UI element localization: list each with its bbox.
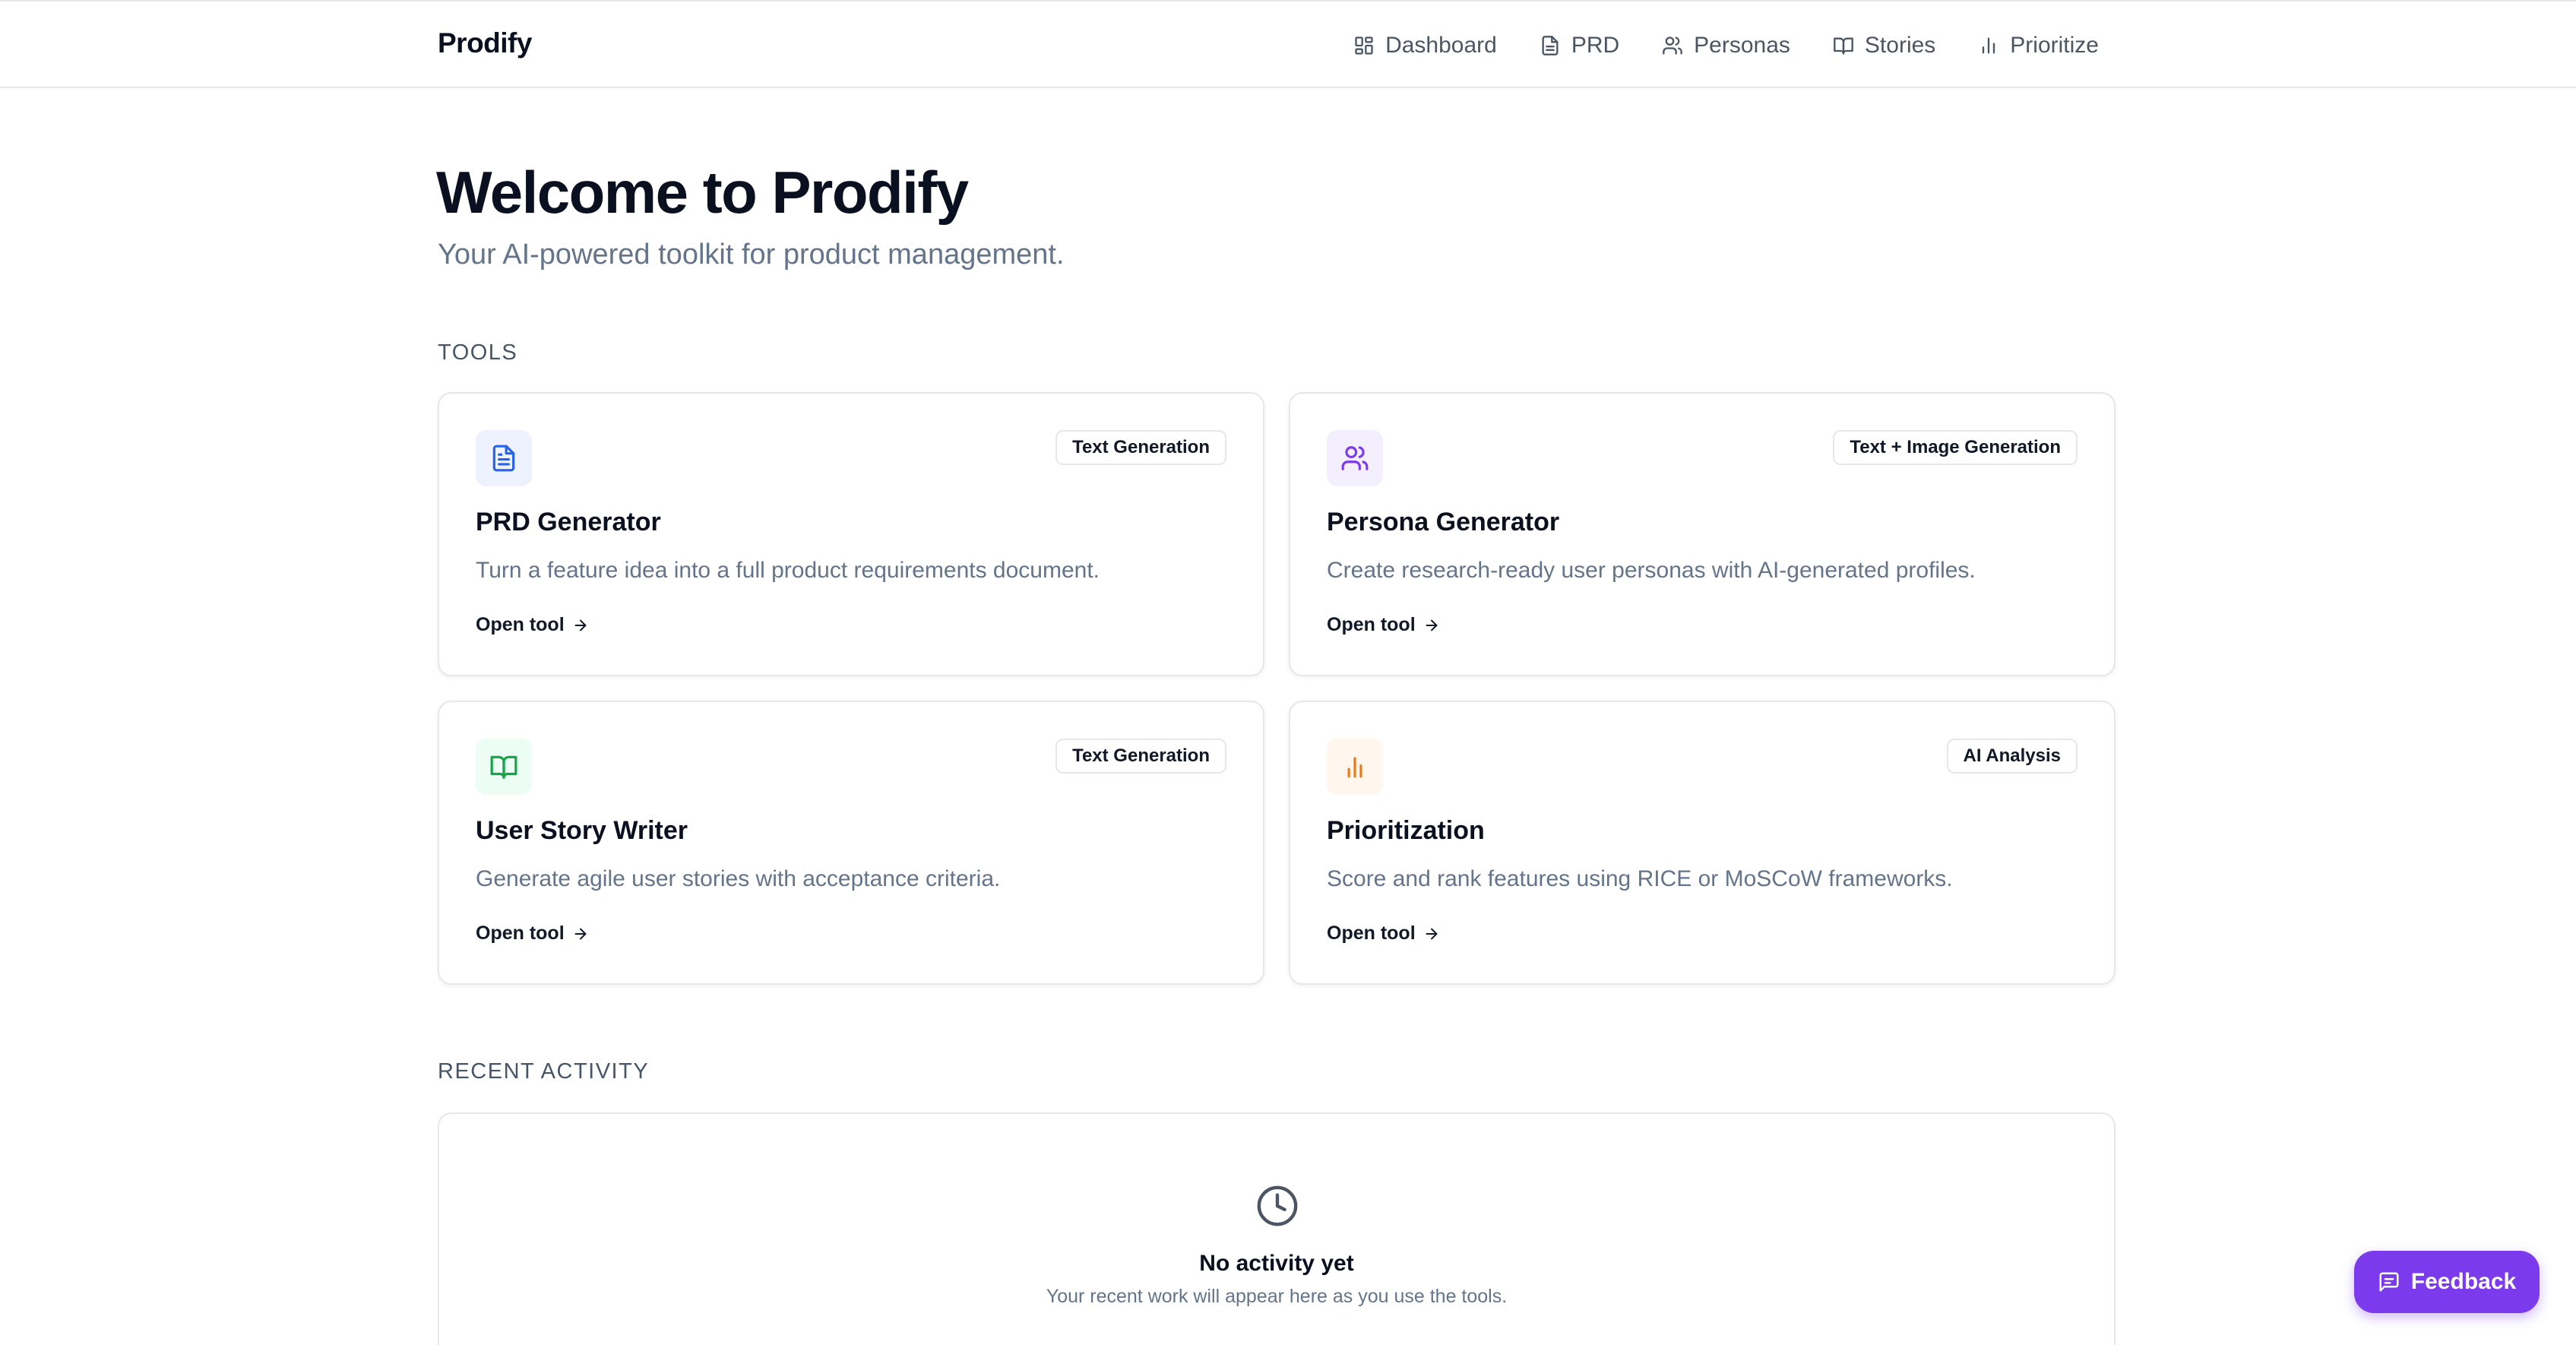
card-description: Generate agile user stories with accepta…	[476, 866, 1001, 891]
nav-item-prioritize[interactable]: Prioritize	[1978, 33, 2099, 59]
open-tool-label: Open tool	[1327, 614, 1416, 635]
card-title: PRD Generator	[476, 508, 661, 536]
feedback-label: Feedback	[2410, 1269, 2517, 1294]
tool-card-persona-generator[interactable]: Text + Image Generation Persona Generato…	[1289, 392, 2116, 676]
card-description: Create research-ready user personas with…	[1327, 558, 1976, 583]
nav-label: Dashboard	[1385, 33, 1497, 58]
open-tool-label: Open tool	[476, 923, 565, 944]
arrow-right-icon	[1426, 928, 1438, 939]
book-icon	[1834, 37, 1853, 55]
users-icon	[1663, 36, 1683, 55]
card-description: Turn a feature idea into a full product …	[476, 558, 1100, 583]
arrow-right-icon	[574, 619, 587, 631]
card-icon-box	[1327, 739, 1383, 795]
open-tool-label: Open tool	[1327, 923, 1416, 944]
card-description: Score and rank features using RICE or Mo…	[1327, 866, 1953, 891]
open-tool-link[interactable]: Open tool	[476, 923, 589, 945]
page: Prodify Dashboard PRD Personas Stories P…	[0, 0, 2576, 1345]
empty-state-subtitle: Your recent work will appear here as you…	[1046, 1286, 1508, 1307]
card-badge: AI Analysis	[1946, 739, 2078, 774]
tools-section-label: TOOLS	[438, 340, 518, 365]
card-badge: Text Generation	[1055, 430, 1226, 465]
nav-label: PRD	[1571, 33, 1620, 58]
nav-label: Prioritize	[2010, 33, 2099, 58]
tool-card-prd-generator[interactable]: Text Generation PRD Generator Turn a fea…	[438, 392, 1264, 676]
main-nav: Dashboard PRD Personas Stories Prioritiz…	[1353, 2, 2099, 90]
nav-label: Personas	[1694, 33, 1790, 58]
page-title: Welcome to Prodify	[436, 159, 969, 226]
card-badge: Text Generation	[1055, 739, 1226, 774]
card-title: Persona Generator	[1327, 508, 1560, 536]
card-title: Prioritization	[1327, 816, 1485, 845]
chat-icon	[2379, 1272, 2399, 1292]
page-subtitle: Your AI-powered toolkit for product mana…	[438, 239, 1065, 271]
top-nav-bar: Prodify Dashboard PRD Personas Stories P…	[0, 0, 2576, 88]
dashboard-icon	[1355, 36, 1373, 55]
document-icon	[492, 445, 515, 472]
users-icon	[1341, 446, 1369, 470]
empty-state-title: No activity yet	[1199, 1251, 1354, 1276]
open-tool-label: Open tool	[476, 614, 565, 635]
card-icon-box	[1327, 430, 1383, 486]
recent-activity-panel: No activity yet Your recent work will ap…	[438, 1112, 2116, 1345]
open-tool-link[interactable]: Open tool	[476, 614, 589, 636]
open-tool-link[interactable]: Open tool	[1327, 923, 1440, 945]
nav-item-personas[interactable]: Personas	[1662, 33, 1790, 59]
nav-item-prd[interactable]: PRD	[1540, 33, 1619, 59]
tool-card-prioritization[interactable]: AI Analysis Prioritization Score and ran…	[1289, 701, 2116, 985]
arrow-right-icon	[1426, 619, 1438, 631]
feedback-button[interactable]: Feedback	[2354, 1251, 2540, 1313]
tool-card-user-story-writer[interactable]: Text Generation User Story Writer Genera…	[438, 701, 1264, 985]
book-icon	[490, 755, 517, 779]
card-icon-box	[476, 430, 532, 486]
brand-logo[interactable]: Prodify	[438, 27, 532, 59]
card-title: User Story Writer	[476, 816, 688, 845]
bar-chart-icon	[1983, 37, 1995, 54]
card-icon-box	[476, 739, 532, 795]
open-tool-link[interactable]: Open tool	[1327, 614, 1440, 636]
nav-item-stories[interactable]: Stories	[1833, 33, 1935, 59]
bar-chart-icon	[1347, 757, 1362, 778]
arrow-right-icon	[574, 928, 587, 939]
card-badge: Text + Image Generation	[1833, 430, 2078, 465]
nav-label: Stories	[1864, 33, 1936, 58]
document-icon	[1542, 36, 1559, 55]
clock-icon	[1257, 1185, 1298, 1226]
nav-item-dashboard[interactable]: Dashboard	[1353, 33, 1497, 59]
recent-activity-label: RECENT ACTIVITY	[438, 1059, 650, 1084]
